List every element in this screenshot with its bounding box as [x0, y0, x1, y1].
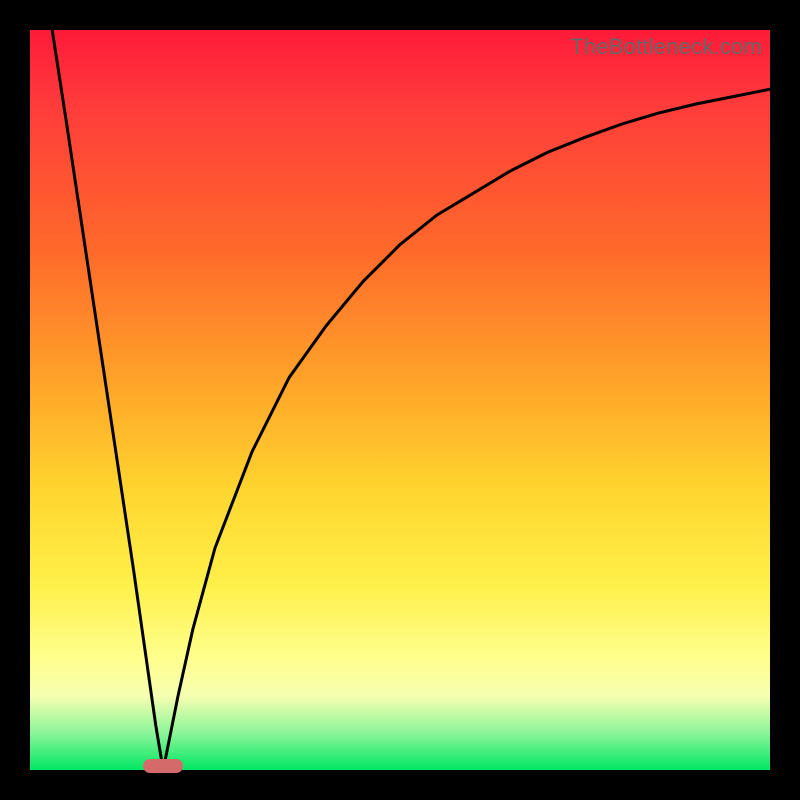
- chart-frame: TheBottleneck.com: [0, 0, 800, 800]
- optimal-marker: [143, 759, 183, 773]
- plot-area: TheBottleneck.com: [30, 30, 770, 770]
- watermark-text: TheBottleneck.com: [570, 34, 762, 60]
- bottleneck-curve: [30, 30, 770, 770]
